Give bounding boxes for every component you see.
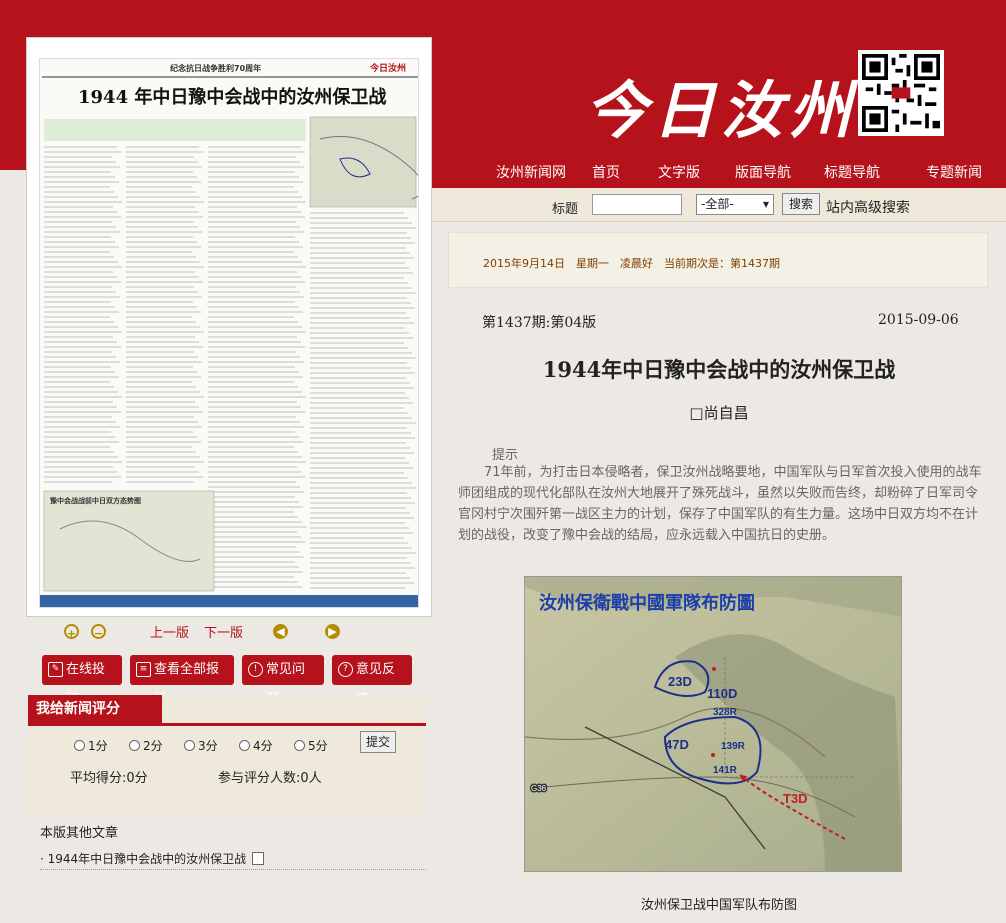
arrow-left-icon[interactable]: ◀ [273,624,288,639]
qr-code-icon [862,54,940,132]
tip-label: 提示 [492,448,519,463]
map-caption: 汝州保卫战中国军队布防图 [640,898,797,913]
article-panel: 2015年9月14日 星期一 凌晨好 当前期次是：第1437期 第1437期:第… [432,222,1006,923]
other-articles-title: 本版其他文章 [40,826,119,841]
document-icon: ≡ [136,662,151,677]
radio-icon [74,740,85,751]
thumb-header-right: 今日汝州 [369,62,406,74]
question-icon: ? [338,662,353,677]
rating-tab: 我给新闻评分 [28,695,162,723]
radio-icon [129,740,140,751]
thumb-inset-title: 豫中会战战前中日双方态势图 [50,496,141,505]
newspaper-thumbnail-frame: 纪念抗日战争胜利70周年 今日汝州 1944 年中日豫中会战中的汝州保卫战 豫中… [27,38,431,616]
map-label-g36: G36 [531,784,547,793]
map-label-t3d: T3D [783,791,808,806]
map-label-139r: 139R [721,741,746,752]
nav-link-text-version[interactable]: 文字版 [658,162,700,182]
dateline-text: 2015年9月14日 星期一 凌晨好 当前期次是：第1437期 [483,257,780,270]
defense-map[interactable]: 汝州保衛戰中國軍隊布防圖 23D 110D 328R 47D 139R 141R… [524,576,902,872]
zoom-in-icon[interactable]: + [64,624,79,640]
document-icon [252,852,265,865]
next-page-link[interactable]: 下一版 [204,622,243,642]
nav-link-ruzhou-news[interactable]: 汝州新闻网 [496,162,566,182]
rating-option-4[interactable]: 4分 [239,737,273,754]
radio-icon [184,740,195,751]
search-input[interactable] [592,194,682,215]
prev-page-link[interactable]: 上一版 [150,622,189,642]
view-all-papers-button[interactable]: ≡ 查看全部报纸 [130,655,234,707]
radio-icon [294,740,305,751]
feedback-button[interactable]: ? 意见反馈 [332,655,412,707]
rating-option-1[interactable]: 1分 [74,737,108,754]
article-title: 1944年中日豫中会战中的汝州保卫战 [542,357,896,382]
nav-link-page-nav[interactable]: 版面导航 [735,162,791,182]
other-article-link[interactable]: 1944年中日豫中会战中的汝州保卫战 [48,852,247,866]
qr-code [858,50,944,136]
arrow-right-icon[interactable]: ▶ [325,624,340,639]
article-summary: 71年前，为打击日本侵略者，保卫汝州战略要地，中国军队与日军首次投入使用的战车师… [458,465,982,543]
search-scope-select[interactable]: -全部- [696,194,774,215]
article-author: □尚自昌 [689,404,749,422]
faq-button[interactable]: ! 常见问题 [242,655,324,707]
average-score: 平均得分:0分 [70,771,148,786]
map-label-328r: 328R [713,707,738,718]
submit-online-button[interactable]: ✎ 在线投稿 [42,655,122,707]
radio-icon [239,740,250,751]
zoom-out-icon[interactable]: − [91,624,106,640]
issue-number: 第1437期:第04版 [482,315,597,331]
search-button[interactable]: 搜索 [782,193,820,215]
map-label-110d: 110D [707,686,737,701]
map-label-141r: 141R [713,765,738,776]
thumb-title: 1944 年中日豫中会战中的汝州保卫战 [78,86,386,108]
nav-link-topics[interactable]: 专题新闻 [926,162,982,182]
map-label-23d: 23D [668,674,692,689]
map-title: 汝州保衛戰中國軍隊布防圖 [539,592,755,613]
main-nav: 汝州新闻网 首页 文字版 版面导航 标题导航 专题新闻 [432,152,1006,188]
nav-link-home[interactable]: 首页 [592,162,620,182]
rating-divider [28,723,426,726]
rating-panel: 我给新闻评分 1分 2分 3分 4分 5分 提交 平均得分:0分 参与评分人数:… [28,695,426,817]
newspaper-page-thumbnail[interactable]: 纪念抗日战争胜利70周年 今日汝州 1944 年中日豫中会战中的汝州保卫战 豫中… [39,58,419,608]
info-icon: ! [248,662,263,677]
rating-option-3[interactable]: 3分 [184,737,218,754]
thumb-header-center: 纪念抗日战争胜利70周年 [170,63,261,73]
rating-submit-button[interactable]: 提交 [360,731,396,753]
advanced-search-link[interactable]: 站内高级搜索 [826,197,910,217]
rating-option-5[interactable]: 5分 [294,737,328,754]
rating-option-2[interactable]: 2分 [129,737,163,754]
search-bar: 标题 -全部- 搜索 站内高级搜索 [432,188,1006,222]
list-item[interactable]: · 1944年中日豫中会战中的汝州保卫战 [40,848,426,870]
map-label-47d: 47D [665,737,689,752]
edit-icon: ✎ [48,662,63,677]
issue-date: 2015-09-06 [878,312,959,328]
dateline-box: 2015年9月14日 星期一 凌晨好 当前期次是：第1437期 [448,232,988,288]
site-logo[interactable]: 今日汝州 [585,60,857,150]
search-label: 标题 [552,202,579,217]
rating-count: 参与评分人数:0人 [218,771,322,786]
nav-link-title-nav[interactable]: 标题导航 [824,162,880,182]
bullet: · [40,852,48,866]
